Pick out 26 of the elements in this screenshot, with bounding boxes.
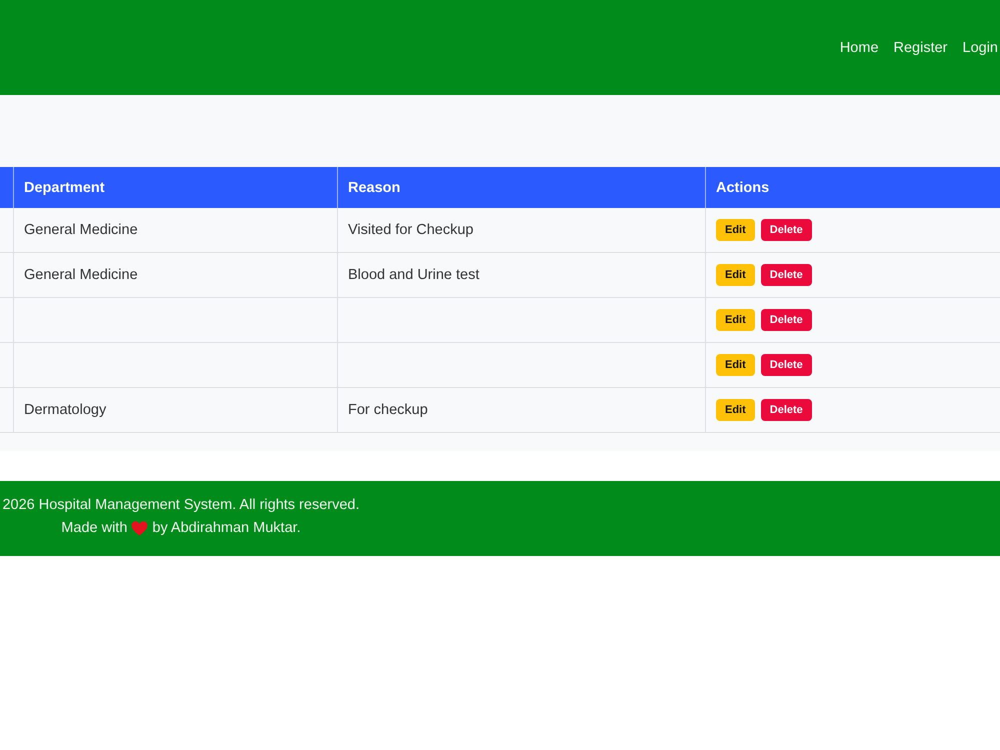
column-header: Actions (716, 180, 770, 196)
table-cell: Dermatology (24, 402, 106, 418)
table-cell: For checkup (348, 402, 428, 418)
edit-button[interactable]: Edit (716, 309, 755, 331)
delete-button[interactable]: Delete (760, 219, 812, 241)
nav-link[interactable]: Login (962, 38, 998, 58)
edit-button[interactable]: Edit (716, 354, 755, 376)
delete-button[interactable]: Delete (760, 399, 812, 421)
nav-link[interactable]: Register (894, 38, 948, 58)
edit-button[interactable]: Edit (716, 219, 755, 241)
heart-icon (131, 521, 148, 536)
table-cell: Blood and Urine test (348, 267, 480, 283)
author-text: by Abdirahman Muktar. (152, 519, 301, 538)
delete-button[interactable]: Delete (760, 309, 812, 331)
column-header: Department (24, 180, 105, 196)
table-cell: General Medicine (24, 222, 138, 238)
delete-button[interactable]: Delete (760, 354, 812, 376)
nav-link[interactable]: Home (840, 38, 879, 58)
copyright-text: 2026 Hospital Management System. All rights reserved. (2, 496, 360, 515)
edit-button[interactable]: Edit (716, 399, 755, 421)
table-cell: Visited for Checkup (348, 222, 474, 238)
table-cell: General Medicine (24, 267, 138, 283)
edit-button[interactable]: Edit (716, 264, 755, 286)
made-with-text: Made with (61, 519, 128, 538)
delete-button[interactable]: Delete (760, 264, 812, 286)
column-header: Reason (348, 180, 400, 196)
